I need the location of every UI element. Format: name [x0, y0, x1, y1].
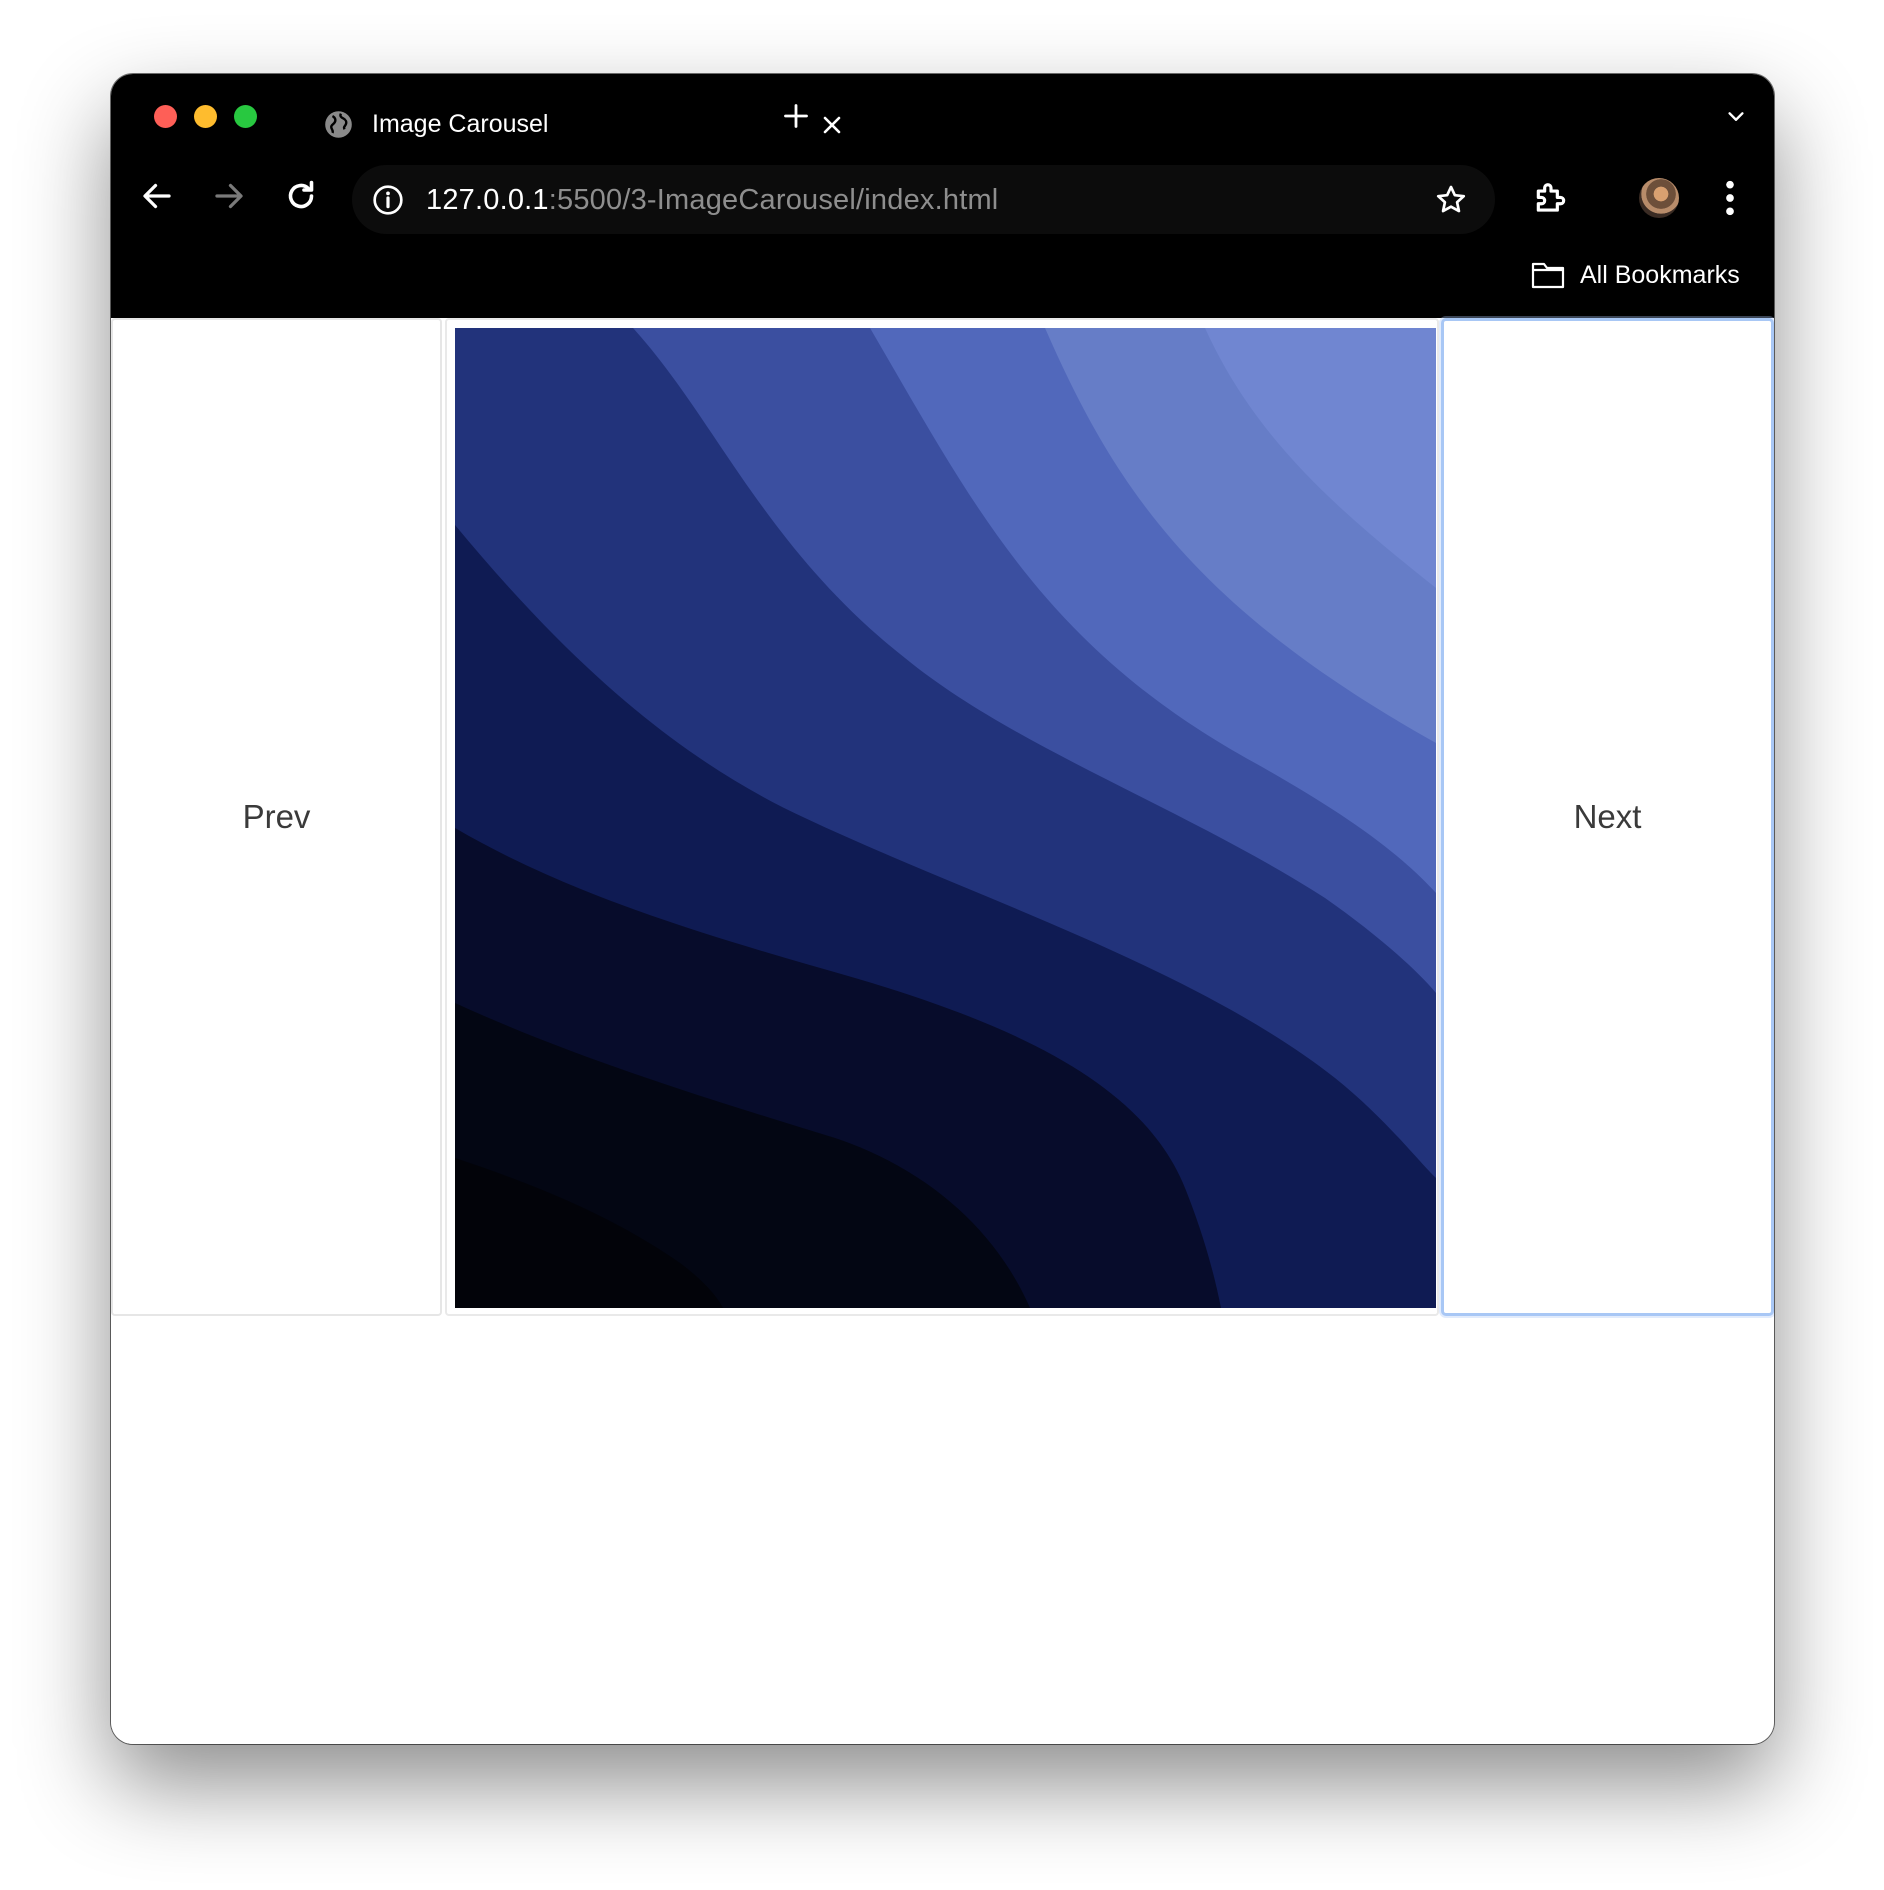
screen: Image Carousel 127.0.0.1:5500/3-ImageCar…	[0, 0, 1884, 1890]
browser-chrome: Image Carousel 127.0.0.1:5500/3-ImageCar…	[111, 74, 1774, 318]
prev-button[interactable]: Prev	[111, 318, 442, 1316]
url-host: 127.0.0.1	[426, 184, 549, 216]
bookmarks-bar: All Bookmarks	[111, 240, 1774, 318]
folder-icon	[1531, 262, 1565, 289]
abstract-blue-waves-image	[455, 328, 1436, 1308]
tab-title: Image Carousel	[372, 110, 549, 138]
extensions-puzzle-icon[interactable]	[1532, 180, 1570, 218]
all-bookmarks-button[interactable]: All Bookmarks	[1531, 250, 1740, 300]
reload-icon[interactable]	[283, 178, 319, 214]
all-bookmarks-label: All Bookmarks	[1580, 261, 1740, 289]
more-menu-icon[interactable]	[1723, 178, 1737, 218]
image-carousel: Prev Next	[111, 318, 1774, 1318]
browser-toolbar: 127.0.0.1:5500/3-ImageCarousel/index.htm…	[111, 158, 1774, 240]
page-viewport: Prev Next	[111, 318, 1774, 1744]
next-button[interactable]: Next	[1441, 318, 1774, 1316]
tab-strip: Image Carousel	[111, 74, 1774, 158]
close-tab-icon[interactable]	[820, 113, 844, 137]
tab-image-carousel[interactable]: Image Carousel	[295, 86, 841, 158]
new-tab-icon[interactable]	[782, 102, 810, 130]
back-arrow-icon[interactable]	[139, 178, 175, 214]
url-path: :5500/3-ImageCarousel/index.html	[548, 184, 999, 216]
bookmark-star-icon[interactable]	[1434, 183, 1468, 217]
globe-icon	[325, 111, 352, 138]
forward-arrow-icon[interactable]	[211, 178, 247, 214]
maximize-window-button[interactable]	[234, 105, 257, 128]
minimize-window-button[interactable]	[194, 105, 217, 128]
site-info-icon[interactable]	[372, 184, 404, 216]
browser-window: Image Carousel 127.0.0.1:5500/3-ImageCar…	[111, 74, 1774, 1744]
carousel-image-frame	[445, 318, 1439, 1316]
chevron-down-icon[interactable]	[1725, 106, 1747, 128]
address-bar[interactable]: 127.0.0.1:5500/3-ImageCarousel/index.htm…	[352, 165, 1495, 234]
close-window-button[interactable]	[154, 105, 177, 128]
url-text: 127.0.0.1:5500/3-ImageCarousel/index.htm…	[426, 183, 998, 217]
profile-avatar[interactable]	[1639, 178, 1679, 218]
